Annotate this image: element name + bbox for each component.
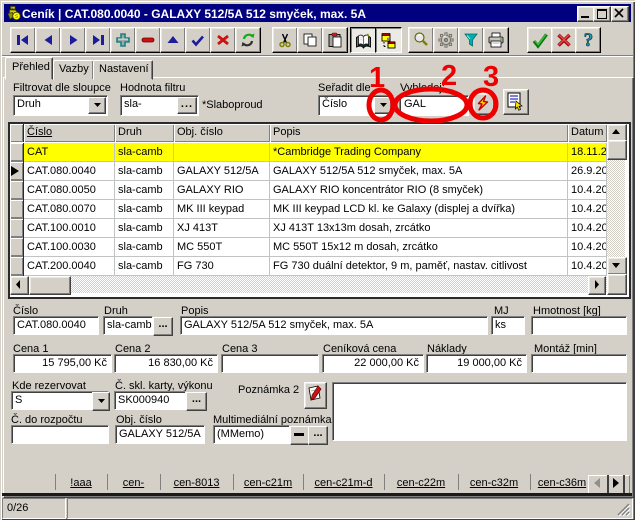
svg-text:?: ? bbox=[584, 31, 594, 49]
